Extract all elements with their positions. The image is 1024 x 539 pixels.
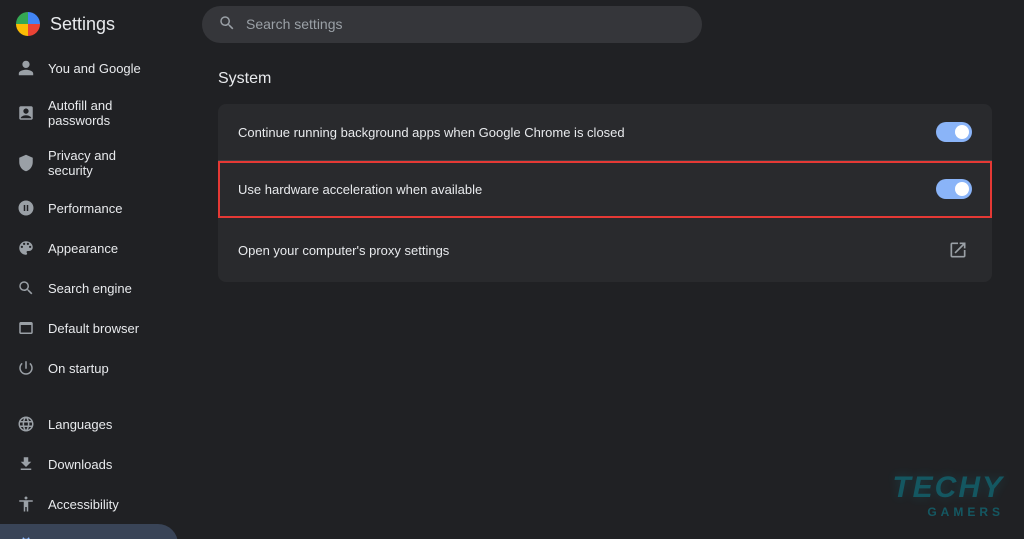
search-input[interactable]: [246, 16, 686, 32]
sidebar: Settings You and Google Autofill and pas…: [0, 0, 186, 539]
sidebar-label-default-browser: Default browser: [48, 321, 162, 336]
sidebar-label-on-startup: On startup: [48, 361, 162, 376]
sidebar-item-search-engine[interactable]: Search engine: [0, 268, 178, 308]
sidebar-item-system[interactable]: System: [0, 524, 178, 539]
external-link-icon: [948, 240, 968, 260]
appearance-icon: [16, 238, 36, 258]
sidebar-label-privacy: Privacy and security: [48, 148, 162, 178]
shield-icon: [16, 153, 36, 173]
sidebar-label-you-and-google: You and Google: [48, 61, 162, 76]
languages-icon: [16, 414, 36, 434]
sidebar-label-performance: Performance: [48, 201, 162, 216]
sidebar-label-languages: Languages: [48, 417, 162, 432]
sidebar-item-downloads[interactable]: Downloads: [0, 444, 178, 484]
sidebar-label-accessibility: Accessibility: [48, 497, 162, 512]
settings-card: Continue running background apps when Go…: [218, 104, 992, 282]
setting-row-background-apps: Continue running background apps when Go…: [218, 104, 992, 161]
hardware-acceleration-toggle[interactable]: [936, 179, 972, 199]
sidebar-item-performance[interactable]: Performance: [0, 188, 178, 228]
system-icon: [16, 534, 36, 539]
browser-icon: [16, 318, 36, 338]
sidebar-item-languages[interactable]: Languages: [0, 404, 178, 444]
sidebar-item-accessibility[interactable]: Accessibility: [0, 484, 178, 524]
setting-row-proxy: Open your computer's proxy settings: [218, 218, 992, 282]
search-bar-container: [202, 6, 702, 43]
sidebar-item-privacy[interactable]: Privacy and security: [0, 138, 178, 188]
sidebar-item-on-startup[interactable]: On startup: [0, 348, 178, 388]
proxy-settings-link-button[interactable]: [944, 236, 972, 264]
hardware-acceleration-label: Use hardware acceleration when available: [238, 182, 482, 197]
sidebar-label-appearance: Appearance: [48, 241, 162, 256]
startup-icon: [16, 358, 36, 378]
toggle-slider-background-apps: [936, 122, 972, 142]
toggle-slider-hardware: [936, 179, 972, 199]
top-bar: [186, 0, 1024, 48]
sidebar-item-default-browser[interactable]: Default browser: [0, 308, 178, 348]
chrome-logo-icon: [16, 12, 40, 36]
sidebar-header: Settings: [0, 0, 186, 48]
settings-area: System Continue running background apps …: [218, 70, 992, 282]
accessibility-icon: [16, 494, 36, 514]
sidebar-item-appearance[interactable]: Appearance: [0, 228, 178, 268]
person-icon: [16, 58, 36, 78]
watermark: TECHY GAMERS: [892, 471, 1004, 519]
autofill-icon: [16, 103, 36, 123]
sidebar-label-autofill: Autofill and passwords: [48, 98, 162, 128]
background-apps-toggle[interactable]: [936, 122, 972, 142]
sidebar-title: Settings: [50, 14, 115, 35]
sidebar-item-you-and-google[interactable]: You and Google: [0, 48, 178, 88]
search-engine-icon: [16, 278, 36, 298]
section-title: System: [218, 70, 992, 88]
watermark-techy: TECHY: [892, 471, 1004, 505]
setting-row-hardware-acceleration: Use hardware acceleration when available: [218, 161, 992, 218]
search-icon: [218, 14, 236, 35]
background-apps-label: Continue running background apps when Go…: [238, 125, 625, 140]
watermark-gamers: GAMERS: [927, 505, 1004, 519]
sidebar-item-autofill[interactable]: Autofill and passwords: [0, 88, 178, 138]
sidebar-label-downloads: Downloads: [48, 457, 162, 472]
downloads-icon: [16, 454, 36, 474]
main-content: System Continue running background apps …: [186, 0, 1024, 539]
performance-icon: [16, 198, 36, 218]
sidebar-label-search-engine: Search engine: [48, 281, 162, 296]
proxy-settings-label: Open your computer's proxy settings: [238, 243, 449, 258]
